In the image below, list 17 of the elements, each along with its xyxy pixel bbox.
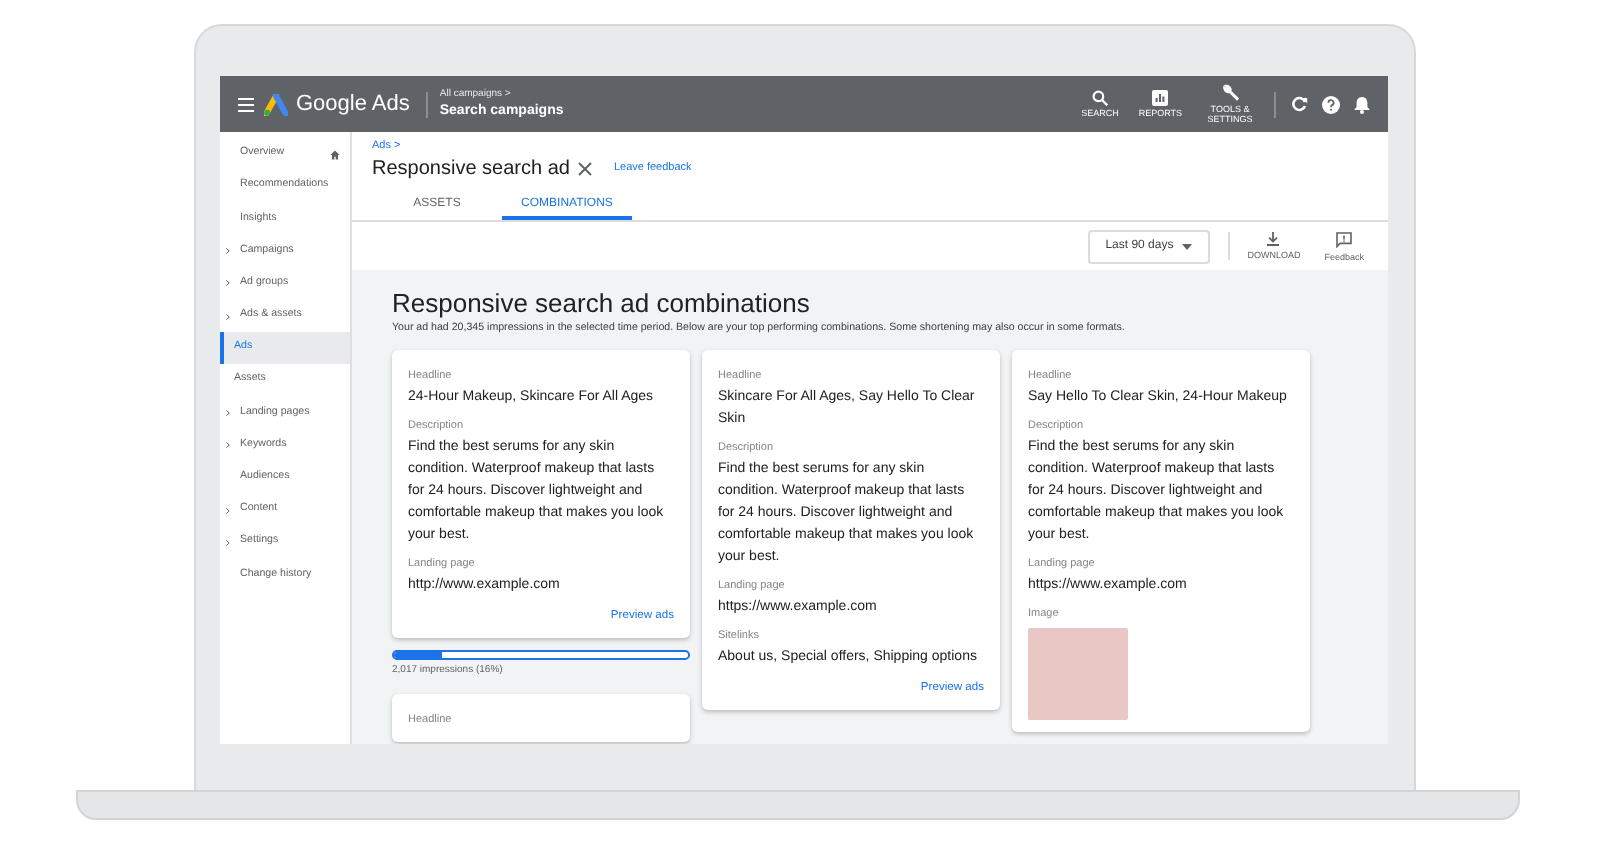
feedback-icon xyxy=(1336,231,1353,247)
download-icon xyxy=(1266,232,1281,246)
bar-chart-icon xyxy=(1152,90,1169,106)
section-title: Responsive search ad combinations xyxy=(392,288,812,320)
wrench-icon xyxy=(1221,84,1239,102)
logo-icon xyxy=(264,93,288,115)
notification-bell-icon[interactable] xyxy=(1354,95,1370,113)
page-title: Responsive search ad xyxy=(372,156,570,182)
app-name: Google Ads xyxy=(296,89,410,120)
search-icon xyxy=(1091,90,1108,106)
photo-placeholder xyxy=(1028,628,1128,720)
close-icon[interactable] xyxy=(577,162,592,176)
help-icon[interactable] xyxy=(1322,95,1340,113)
dropdown-caret-icon xyxy=(1181,243,1192,249)
home-icon[interactable] xyxy=(330,149,340,160)
menu-icon[interactable] xyxy=(238,97,254,111)
refresh-icon[interactable] xyxy=(1292,96,1308,112)
